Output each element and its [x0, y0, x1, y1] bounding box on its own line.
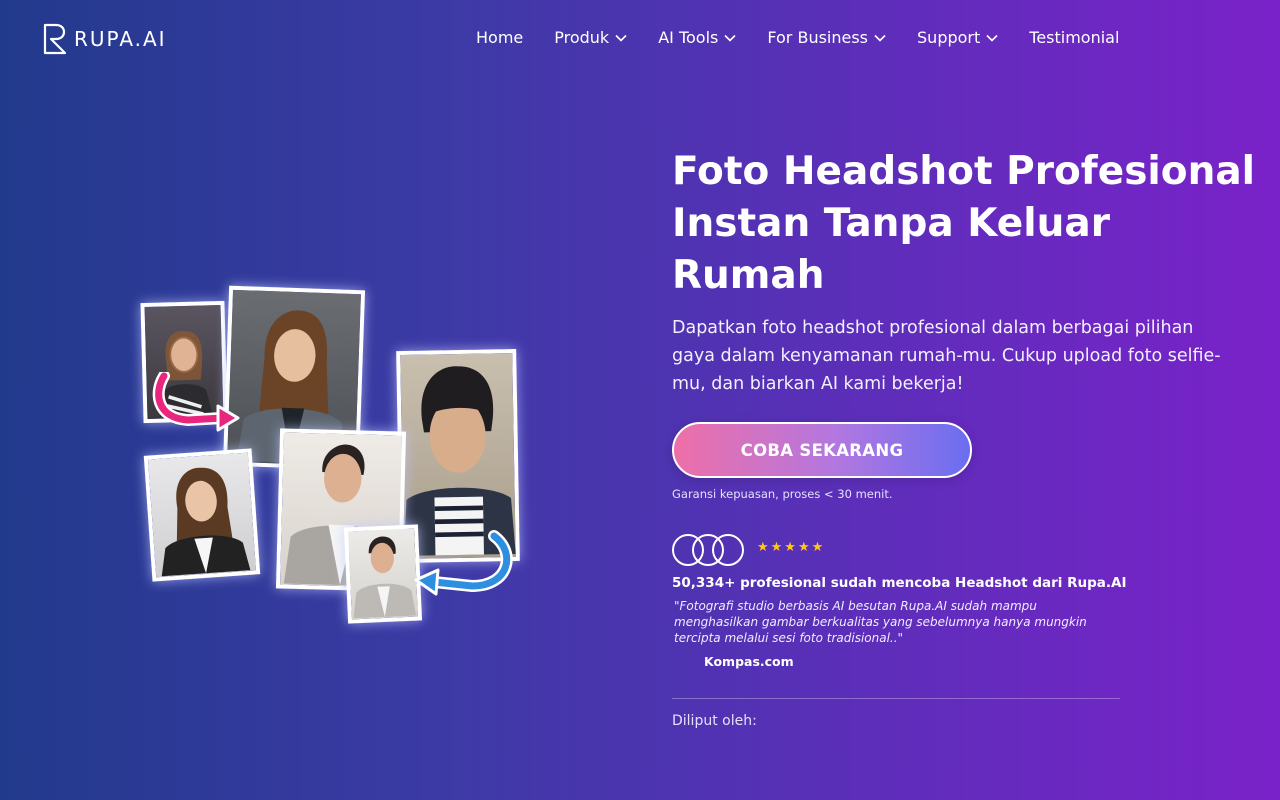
nav-testimonial[interactable]: Testimonial	[1029, 28, 1119, 47]
hero-title-line-3: Rumah	[672, 253, 825, 298]
nav-ai-tools[interactable]: AI Tools	[658, 28, 736, 47]
nav-ai-tools-label: AI Tools	[658, 28, 719, 47]
rupa-logo-icon	[43, 23, 67, 55]
section-divider	[672, 698, 1120, 699]
users-count-text: 50,334+ profesional sudah mencoba Headsh…	[672, 575, 1127, 591]
chevron-down-icon	[724, 34, 736, 42]
try-now-button[interactable]: COBA SEKARANG	[672, 422, 972, 478]
brand-logo[interactable]: RUPA.AI	[42, 22, 167, 56]
nav-for-business[interactable]: For Business	[767, 28, 886, 47]
arrow-blue-icon	[414, 530, 513, 596]
brand-name: RUPA.AI	[74, 27, 167, 51]
chevron-down-icon	[874, 34, 886, 42]
nav-support-label: Support	[917, 28, 981, 47]
user-avatars	[672, 534, 746, 566]
hero-title-line-2: Instan Tanpa Keluar	[672, 201, 1110, 246]
chevron-down-icon	[986, 34, 998, 42]
nav-for-business-label: For Business	[767, 28, 869, 47]
main-nav: Home Produk AI Tools For Business Suppor…	[476, 28, 1119, 47]
nav-support[interactable]: Support	[917, 28, 998, 47]
nav-produk-label: Produk	[554, 28, 610, 47]
nav-home-label: Home	[476, 28, 524, 47]
nav-testimonial-label: Testimonial	[1029, 28, 1120, 47]
hero-title-line-1: Foto Headshot Profesional	[672, 149, 1256, 194]
arrow-pink-icon	[152, 372, 240, 432]
rating-stars: ★★★★★	[757, 540, 826, 555]
covered-by-label: Diliput oleh:	[672, 713, 757, 729]
nav-produk[interactable]: Produk	[554, 28, 627, 47]
quote-source: Kompas.com	[704, 654, 794, 669]
guarantee-text: Garansi kepuasan, proses < 30 menit.	[672, 487, 893, 501]
hero-title: Foto Headshot Profesional Instan Tanpa K…	[672, 146, 1262, 302]
nav-home[interactable]: Home	[476, 28, 523, 47]
hero-description: Dapatkan foto headshot profesional dalam…	[672, 318, 1221, 394]
headshot-photo-woman-2	[143, 448, 261, 582]
chevron-down-icon	[615, 34, 627, 42]
press-quote: "Fotografi studio berbasis AI besutan Ru…	[674, 599, 1087, 645]
avatar	[712, 534, 744, 566]
